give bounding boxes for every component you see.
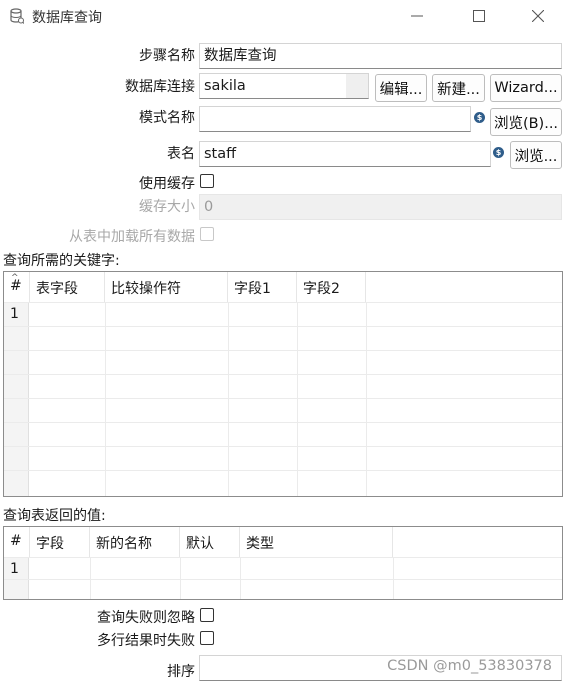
returns-col-field[interactable]: 字段 <box>30 527 90 557</box>
fail-ignore-label: 查询失败则忽略 <box>97 610 195 626</box>
table-row[interactable]: 1 <box>4 302 562 326</box>
keys-col-field2[interactable]: 字段2 <box>297 272 366 302</box>
connection-dropdown-arrow[interactable] <box>346 74 368 98</box>
table-row-empty[interactable] <box>4 398 562 422</box>
row-number-empty <box>4 471 29 496</box>
table-row-empty[interactable] <box>4 579 562 599</box>
multi-fail-checkbox[interactable] <box>200 631 214 645</box>
schema-label: 模式名称 <box>139 110 195 126</box>
table-row[interactable]: 1 <box>4 557 562 579</box>
cache-size-input: 0 <box>199 194 562 220</box>
table-row-empty[interactable] <box>4 422 562 446</box>
connection-value: sakila <box>204 78 246 94</box>
returns-col-default[interactable]: 默认 <box>180 527 240 557</box>
use-cache-checkbox[interactable] <box>200 174 214 188</box>
maximize-button[interactable] <box>456 0 502 32</box>
row-number-empty <box>4 399 29 422</box>
row-number-empty <box>4 351 29 374</box>
variable-dollar-icon: $ <box>493 147 504 158</box>
window-title: 数据库查询 <box>32 10 102 26</box>
row-number-empty <box>4 580 29 599</box>
maximize-icon <box>473 10 485 22</box>
minimize-icon <box>411 15 423 17</box>
row-number-empty <box>4 447 29 470</box>
keys-section-title: 查询所需的关键字: <box>3 253 120 269</box>
table-row-empty[interactable] <box>4 446 562 470</box>
returns-col-num[interactable]: # <box>4 527 30 557</box>
step-name-label: 步骤名称 <box>139 48 195 64</box>
row-number-empty <box>4 375 29 398</box>
table-name-label: 表名 <box>167 146 195 162</box>
new-connection-button[interactable]: 新建... <box>432 74 485 102</box>
edit-connection-button[interactable]: 编辑... <box>375 74 427 102</box>
returns-col-type[interactable]: 类型 <box>240 527 393 557</box>
table-row-empty[interactable] <box>4 350 562 374</box>
keys-table[interactable]: ^ # 表字段 比较操作符 字段1 字段2 1 <box>3 271 563 497</box>
keys-col-num[interactable]: # <box>4 272 30 302</box>
row-number-empty <box>4 423 29 446</box>
connection-label: 数据库连接 <box>125 79 195 95</box>
row-number: 1 <box>4 558 29 579</box>
load-all-label: 从表中加载所有数据 <box>69 229 195 245</box>
returns-section-title: 查询表返回的值: <box>3 508 106 524</box>
row-number: 1 <box>4 303 29 326</box>
wizard-button[interactable]: Wizard... <box>490 74 562 102</box>
close-icon <box>532 10 544 22</box>
step-name-input[interactable]: 数据库查询 <box>199 43 562 69</box>
watermark: CSDN @m0_53830378 <box>387 658 552 674</box>
order-label: 排序 <box>167 664 195 680</box>
schema-input[interactable] <box>199 106 471 132</box>
browse-schema-button[interactable]: 浏览(B)... <box>490 108 562 136</box>
load-all-checkbox <box>200 227 214 241</box>
multi-fail-label: 多行结果时失败 <box>97 633 195 649</box>
row-number-empty <box>4 327 29 350</box>
returns-table-header: # 字段 新的名称 默认 类型 <box>4 527 562 557</box>
cache-size-label: 缓存大小 <box>139 199 195 215</box>
fail-ignore-checkbox[interactable] <box>200 608 214 622</box>
keys-col-field1[interactable]: 字段1 <box>228 272 297 302</box>
browse-table-button[interactable]: 浏览... <box>510 141 562 169</box>
close-button[interactable] <box>515 0 561 32</box>
table-row-empty[interactable] <box>4 470 562 496</box>
title-bar: 数据库查询 <box>0 0 566 32</box>
database-icon <box>10 8 24 24</box>
variable-dollar-icon: $ <box>474 112 485 123</box>
minimize-button[interactable] <box>394 0 440 32</box>
keys-col-table-field[interactable]: 表字段 <box>30 272 105 302</box>
table-row-empty[interactable] <box>4 326 562 350</box>
use-cache-label: 使用缓存 <box>139 176 195 192</box>
connection-select[interactable]: sakila <box>199 73 369 99</box>
keys-table-header: ^ # 表字段 比较操作符 字段1 字段2 <box>4 272 562 302</box>
keys-col-comparator[interactable]: 比较操作符 <box>105 272 228 302</box>
returns-col-new-name[interactable]: 新的名称 <box>90 527 180 557</box>
table-name-input[interactable]: staff <box>199 141 491 167</box>
returns-table[interactable]: # 字段 新的名称 默认 类型 1 <box>3 526 563 600</box>
table-row-empty[interactable] <box>4 374 562 398</box>
